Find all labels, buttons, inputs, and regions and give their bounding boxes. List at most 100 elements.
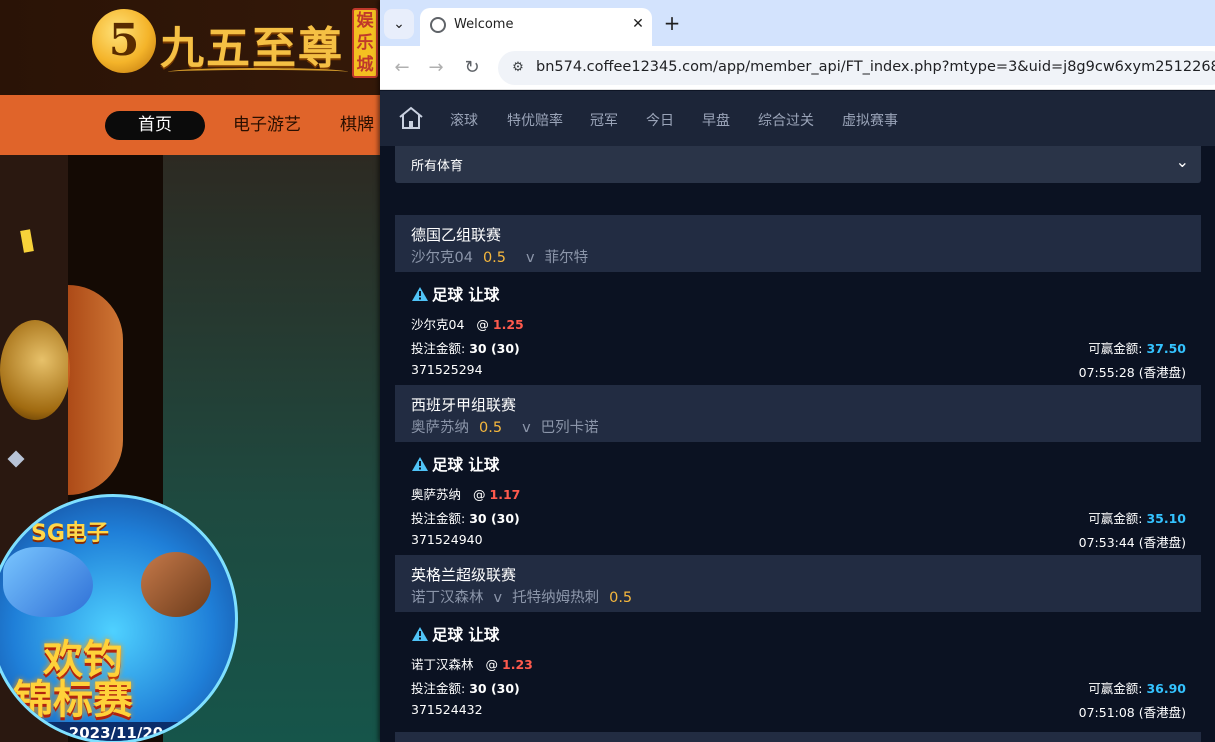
bet-history-page: 滚球 特优赔率 冠军 今日 早盘 综合过关 虚拟赛事 所有体育 ⌄ 德国乙组联赛… bbox=[380, 91, 1215, 742]
site-info-icon[interactable]: ⚙ bbox=[508, 58, 528, 78]
logo-badge: 娱乐城 bbox=[352, 8, 378, 78]
bet-detail: 足球 让球 沙尔克04 @1.25 投注金额: 30 (30) 可赢金额: 37.5… bbox=[395, 272, 1201, 385]
bet-selection: 奥萨苏纳 @1.17 bbox=[411, 484, 520, 503]
tab-today[interactable]: 今日 bbox=[646, 110, 674, 130]
league-name: 德国乙组联赛 bbox=[411, 226, 502, 244]
stake-label: 投注金额: bbox=[411, 341, 466, 356]
at-sign: @ bbox=[473, 487, 486, 502]
bet-type-label: 足球 让球 bbox=[432, 626, 500, 644]
address-bar[interactable]: ⚙ bn574.coffee12345.com/app/member_api/F… bbox=[498, 51, 1215, 85]
promo-title: 锦标赛 bbox=[13, 677, 133, 723]
odds-value: 1.25 bbox=[492, 317, 524, 332]
away-team: 托特纳姆热刺 bbox=[512, 590, 600, 606]
dragon-image bbox=[3, 547, 93, 617]
at-sign: @ bbox=[485, 657, 499, 672]
tab-strip: ⌄ Welcome ✕ + bbox=[380, 0, 1215, 46]
new-tab-button[interactable]: + bbox=[660, 12, 684, 36]
handicap: 0.5 bbox=[482, 250, 507, 266]
chevron-down-icon: ⌄ bbox=[1175, 152, 1189, 171]
handicap: 0.5 bbox=[479, 420, 503, 436]
potential-win: 可赢金额: 37.50 bbox=[1088, 338, 1186, 357]
stake-value: 30 (30) bbox=[469, 681, 520, 696]
win-value: 37.50 bbox=[1146, 341, 1186, 356]
warning-icon bbox=[412, 627, 428, 641]
stake: 投注金额: 30 (30) bbox=[411, 338, 520, 357]
bet-type: 足球 让球 bbox=[411, 283, 499, 305]
bet-type: 足球 让球 bbox=[411, 453, 499, 475]
away-team: 巴列卡诺 bbox=[540, 420, 599, 436]
chevron-down-icon: ⌄ bbox=[393, 16, 405, 32]
close-icon[interactable]: ✕ bbox=[628, 14, 648, 34]
stake-value: 30 (30) bbox=[469, 511, 520, 526]
reload-button[interactable]: ↻ bbox=[458, 54, 486, 82]
nav-home-link[interactable]: 首页 bbox=[105, 111, 205, 140]
tab-parlay[interactable]: 综合过关 bbox=[758, 110, 814, 130]
tab-special-odds[interactable]: 特优赔率 bbox=[507, 110, 563, 130]
tab-title: Welcome bbox=[454, 17, 514, 32]
potential-win: 可赢金额: 36.90 bbox=[1088, 678, 1186, 697]
tab-outright[interactable]: 冠军 bbox=[590, 110, 618, 130]
promo-date: 2023/11/20 bbox=[31, 722, 201, 741]
sport-filter-value: 所有体育 bbox=[411, 159, 464, 174]
pirate-image bbox=[141, 552, 211, 617]
ticket-number: 371524432 bbox=[411, 702, 483, 717]
stake-label: 投注金额: bbox=[411, 511, 466, 526]
tab-virtual[interactable]: 虚拟赛事 bbox=[842, 110, 898, 130]
browser-tab[interactable]: Welcome ✕ bbox=[420, 8, 652, 46]
win-label: 可赢金额: bbox=[1088, 681, 1143, 696]
handicap: 0.5 bbox=[609, 590, 633, 606]
browser-window: ⌄ Welcome ✕ + ← → ↻ ⚙ bn574.coffee12345.… bbox=[380, 0, 1215, 742]
match-header bbox=[395, 732, 1201, 742]
globe-icon bbox=[430, 17, 446, 33]
versus: v bbox=[493, 590, 503, 606]
away-team: 菲尔特 bbox=[544, 250, 589, 266]
versus: v bbox=[526, 250, 535, 266]
sport-nav: 滚球 特优赔率 冠军 今日 早盘 综合过关 虚拟赛事 bbox=[380, 91, 1215, 146]
win-label: 可赢金额: bbox=[1088, 511, 1143, 526]
promo-banner[interactable]: SG电子 欢钓 锦标赛 2023/11/20 bbox=[0, 494, 238, 742]
tab-search-button[interactable]: ⌄ bbox=[384, 9, 414, 39]
forward-button[interactable]: → bbox=[422, 54, 450, 82]
bet-time: 07:51:08 (香港盘) bbox=[1078, 705, 1186, 720]
win-label: 可赢金额: bbox=[1088, 341, 1143, 356]
promo-brand: SG电子 bbox=[31, 521, 109, 546]
arrow-left-icon: ← bbox=[394, 57, 410, 78]
shrimp-image bbox=[68, 285, 123, 495]
browser-toolbar: ← → ↻ ⚙ bn574.coffee12345.com/app/member… bbox=[380, 46, 1215, 90]
warning-icon bbox=[412, 457, 428, 471]
match-teams: 奥萨苏纳 0.5 v 巴列卡诺 bbox=[411, 416, 599, 437]
back-button[interactable]: ← bbox=[388, 54, 416, 82]
league-name: 西班牙甲组联赛 bbox=[411, 396, 517, 414]
nav-chess-link[interactable]: 棋牌 bbox=[340, 111, 380, 140]
home-team: 奥萨苏纳 bbox=[411, 420, 469, 436]
ticket-number: 371525294 bbox=[411, 362, 483, 377]
arrow-right-icon: → bbox=[428, 57, 444, 78]
reload-icon: ↻ bbox=[464, 57, 480, 78]
logo-flourish bbox=[168, 68, 348, 76]
selection-team: 诺丁汉森林 bbox=[411, 657, 474, 672]
home-team: 诺丁汉森林 bbox=[411, 590, 484, 606]
bet-time: 07:53:44 (香港盘) bbox=[1078, 535, 1186, 550]
tab-live[interactable]: 滚球 bbox=[450, 110, 478, 130]
match-header: 英格兰超级联赛 诺丁汉森林 v 托特纳姆热刺 0.5 bbox=[395, 555, 1201, 612]
home-icon[interactable] bbox=[398, 106, 424, 130]
win-value: 36.90 bbox=[1146, 681, 1186, 696]
match-header: 德国乙组联赛 沙尔克04 0.5 v 菲尔特 bbox=[395, 215, 1201, 272]
sport-filter-dropdown[interactable]: 所有体育 ⌄ bbox=[395, 146, 1201, 183]
plus-icon: + bbox=[663, 11, 681, 35]
match-teams: 沙尔克04 0.5 v 菲尔特 bbox=[411, 246, 588, 267]
bet-selection: 诺丁汉森林 @1.23 bbox=[411, 654, 533, 673]
logo-text: 九五至尊 bbox=[160, 23, 344, 74]
selection-team: 沙尔克04 bbox=[411, 317, 465, 332]
bet-type-label: 足球 让球 bbox=[432, 456, 500, 474]
odds-value: 1.17 bbox=[489, 487, 521, 502]
stake: 投注金额: 30 (30) bbox=[411, 678, 520, 697]
nav-electronic-link[interactable]: 电子游艺 bbox=[226, 111, 308, 140]
bet-selection: 沙尔克04 @1.25 bbox=[411, 314, 524, 333]
match-teams: 诺丁汉森林 v 托特纳姆热刺 0.5 bbox=[411, 586, 642, 607]
bet-type-label: 足球 让球 bbox=[432, 286, 500, 304]
url-text: bn574.coffee12345.com/app/member_api/FT_… bbox=[536, 59, 1215, 75]
match-header: 西班牙甲组联赛 奥萨苏纳 0.5 v 巴列卡诺 bbox=[395, 385, 1201, 442]
tab-early[interactable]: 早盘 bbox=[702, 110, 730, 130]
warning-icon bbox=[412, 287, 428, 301]
